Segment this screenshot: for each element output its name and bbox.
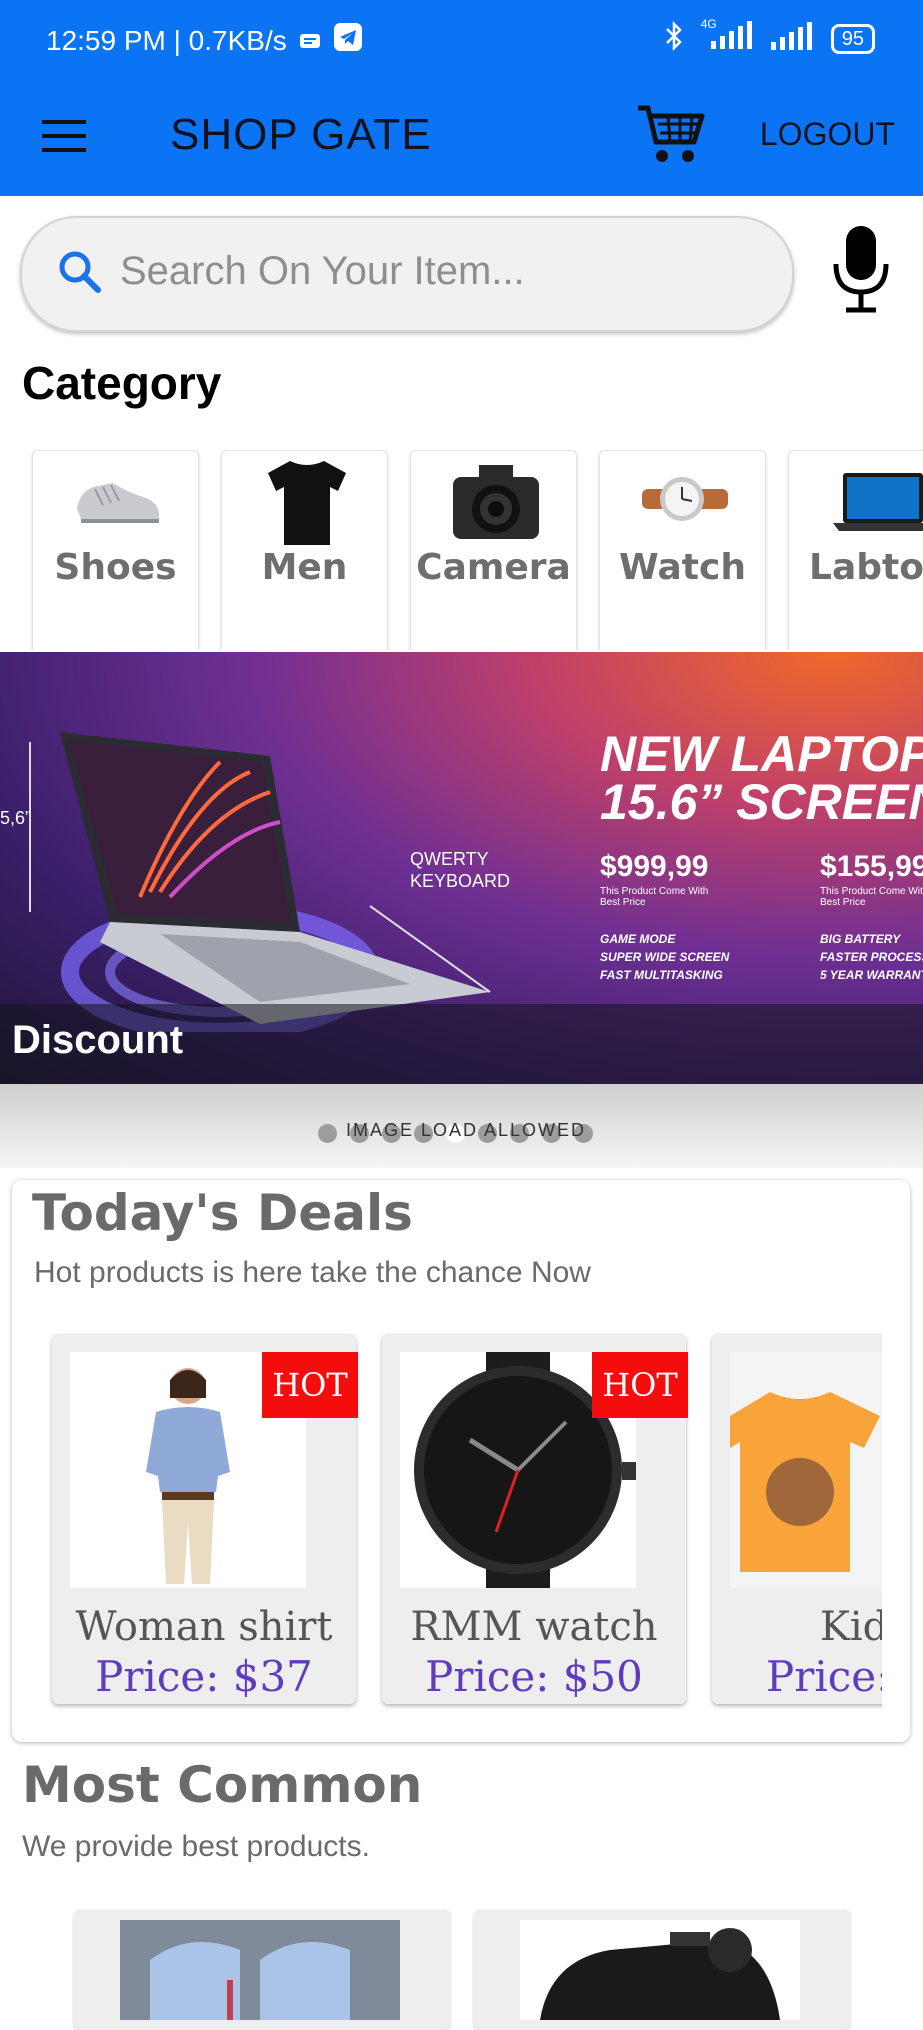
status-time: 12:59 PM | 0.7KB/s xyxy=(46,24,287,56)
keyboard-label-line2: KEYBOARD xyxy=(410,871,511,891)
banner-price-2: $155,99 xyxy=(820,850,923,883)
category-item-men[interactable]: Men xyxy=(221,450,388,650)
common-card-camera[interactable] xyxy=(474,1910,850,2030)
search-icon xyxy=(56,248,104,301)
category-label: Labtop xyxy=(809,547,923,588)
keyboard-label: QWERTY KEYBOARD xyxy=(410,848,510,892)
category-item-camera[interactable]: Camera xyxy=(410,450,577,650)
deals-subtitle: Hot products is here take the chance Now xyxy=(34,1256,591,1289)
promo-banner[interactable]: 5,6” QWERTY KEYBOARD NEW LAPTOP 15.6” SC… xyxy=(0,652,923,1084)
feature-item: GAME MODE xyxy=(600,932,676,946)
most-common-title: Most Common xyxy=(22,1756,423,1814)
hot-badge: HOT xyxy=(592,1352,688,1418)
screen-size-label: 5,6” xyxy=(0,808,32,828)
shoes-image xyxy=(73,457,163,547)
kid-shirt-image xyxy=(730,1352,882,1588)
cart-icon[interactable] xyxy=(636,102,706,166)
message-icon xyxy=(299,25,321,57)
category-title: Category xyxy=(22,357,222,409)
keyboard-label-line1: QWERTY xyxy=(410,849,489,869)
telegram-icon xyxy=(333,22,363,59)
banner-price-note-1: This Product Come With Best Price xyxy=(600,886,709,908)
toolbar: SHOP GATE LOGOUT xyxy=(0,80,923,196)
watch-image xyxy=(640,457,730,547)
banner-headline-line2: 15.6” SCREEN xyxy=(600,774,923,830)
deals-list: HOT Woman shirt Price: $37 HOT RMM watch… xyxy=(12,1330,882,1720)
banner-headline: NEW LAPTOP 15.6” SCREEN xyxy=(600,726,923,830)
bluetooth-icon xyxy=(663,20,685,57)
deal-name: Woman shirt xyxy=(75,1604,333,1650)
signal-icon xyxy=(769,22,817,55)
hot-badge: HOT xyxy=(262,1352,358,1418)
feature-item: BIG BATTERY xyxy=(820,932,901,946)
search-bar[interactable]: Search On Your Item... xyxy=(20,216,794,332)
status-bar: 12:59 PM | 0.7KB/s 4G 95 xyxy=(0,0,923,80)
banner-caption: Discount xyxy=(12,1018,184,1062)
feature-item: FASTER PROCESS xyxy=(820,950,923,964)
category-label: Shoes xyxy=(54,547,177,588)
banner-headline-line1: NEW LAPTOP xyxy=(600,726,923,782)
deal-price: Price: xyxy=(766,1652,882,1701)
category-item-watch[interactable]: Watch xyxy=(599,450,766,650)
network-type: 4G xyxy=(700,17,717,31)
signal-4g-icon: 4G xyxy=(699,17,755,56)
tshirt-image xyxy=(262,457,352,547)
deal-price: Price: $50 xyxy=(425,1652,643,1701)
todays-deals-section: Today's Deals Hot products is here take … xyxy=(12,1180,910,1742)
deal-card-kid[interactable]: Kid Price: xyxy=(712,1334,882,1704)
banner-price-note-2: This Product Come With Best Price xyxy=(820,886,923,908)
microphone-icon[interactable] xyxy=(826,224,896,314)
feature-item: FAST MULTITASKING xyxy=(600,968,723,982)
sneakers-image xyxy=(120,1920,400,2020)
camera-image xyxy=(451,457,541,547)
deal-card-woman-shirt[interactable]: HOT Woman shirt Price: $37 xyxy=(52,1334,358,1704)
app-bar: 12:59 PM | 0.7KB/s 4G 95 SHOP GATE LOGOU… xyxy=(0,0,923,196)
deal-price: Price: $37 xyxy=(95,1652,313,1701)
category-label: Camera xyxy=(416,547,571,588)
deal-name: Kid xyxy=(820,1604,882,1650)
feature-item: SUPER WIDE SCREEN xyxy=(600,950,730,964)
category-label: Watch xyxy=(619,547,746,588)
category-item-labtop[interactable]: Labtop xyxy=(788,450,923,650)
carousel-indicator: IMAGE LOAD ALLOWED xyxy=(0,1084,923,1168)
category-label: Men xyxy=(261,547,348,588)
deals-title: Today's Deals xyxy=(32,1184,413,1242)
feature-item: 5 YEAR WARRANTY xyxy=(820,968,923,982)
app-title: SHOP GATE xyxy=(170,110,432,159)
banner-features-1: GAME MODE SUPER WIDE SCREEN FAST MULTITA… xyxy=(600,930,729,984)
carousel-dot[interactable] xyxy=(318,1124,337,1143)
logout-button[interactable]: LOGOUT xyxy=(760,116,895,153)
menu-icon[interactable] xyxy=(42,120,86,156)
deal-card-rmm-watch[interactable]: HOT RMM watch Price: $50 xyxy=(382,1334,688,1704)
banner-caption-bar: Discount xyxy=(0,1004,923,1084)
search-input[interactable]: Search On Your Item... xyxy=(120,249,525,294)
laptop-image xyxy=(829,457,923,547)
banner-features-2: BIG BATTERY FASTER PROCESS 5 YEAR WARRAN… xyxy=(820,930,923,984)
category-item-shoes[interactable]: Shoes xyxy=(32,450,199,650)
most-common-subtitle: We provide best products. xyxy=(22,1830,370,1863)
common-card-shoes[interactable] xyxy=(74,1910,450,2030)
deal-name: RMM watch xyxy=(410,1604,658,1650)
nikon-camera-image xyxy=(520,1920,800,2020)
battery-indicator: 95 xyxy=(830,23,875,54)
carousel-status-text: IMAGE LOAD ALLOWED xyxy=(346,1120,587,1140)
category-list: Shoes Men Camera Watch Labtop xyxy=(0,450,923,650)
banner-price-1: $999,99 xyxy=(600,850,709,883)
